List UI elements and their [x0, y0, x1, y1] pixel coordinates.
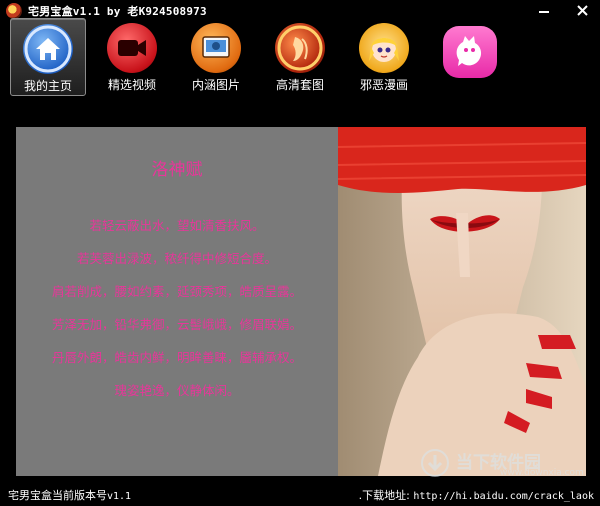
download-arrow-icon: [421, 449, 449, 477]
download-link[interactable]: http://hi.baidu.com/crack_laok: [413, 491, 594, 502]
nav-videos-label: 精选视频: [107, 78, 156, 92]
nav-videos[interactable]: 精选视频: [94, 18, 170, 96]
woman-red-lace-blindfold-photo: [338, 127, 586, 476]
nav-hd-gallery[interactable]: 高清套图: [262, 18, 338, 96]
poem-line: 肩若削成，腰如约素，延颈秀项，皓质呈露。: [51, 284, 302, 299]
version-label: 宅男宝盒当前版本号: [8, 489, 107, 502]
download-info: .下载地址: http://hi.baidu.com/crack_laok: [359, 487, 594, 503]
poem-line: 芳泽无加，铅华弗御，云髻峨峨，修眉联娟。: [51, 317, 302, 332]
version-info: 宅男宝盒当前版本号v1.1: [8, 487, 131, 503]
nav-pictures[interactable]: 内涵图片: [178, 18, 254, 96]
poem-line: 若芙蓉出渌波，秾纤得中修短合度。: [76, 251, 277, 266]
nav-home-label: 我的主页: [23, 79, 72, 93]
nav-pictures-label: 内涵图片: [191, 78, 240, 92]
poem-title: 洛神赋: [151, 160, 203, 180]
app-window: 宅男宝盒v1.1 by 老K924508973 我的主页 精选视频 内涵图片 高…: [0, 0, 600, 506]
nav-hd-gallery-label: 高清套图: [275, 78, 324, 92]
video-camera-icon: [107, 23, 157, 73]
nav-extra[interactable]: [432, 18, 508, 96]
photo-icon: [191, 23, 241, 73]
poem-line: 瑰姿艳逸，仪静体闲。: [114, 383, 240, 398]
comic-girl-icon: [359, 23, 409, 73]
watermark-url: www.downxia.com: [500, 468, 584, 478]
main-toolbar: 我的主页 精选视频 内涵图片 高清套图 邪恶漫画: [0, 14, 600, 98]
minimize-icon: [539, 11, 549, 13]
nav-comics-label: 邪恶漫画: [359, 78, 408, 92]
hd-gallery-icon: [275, 23, 325, 73]
nav-comics[interactable]: 邪恶漫画: [346, 18, 422, 96]
status-bar: 宅男宝盒当前版本号v1.1 .下载地址: http://hi.baidu.com…: [0, 482, 600, 506]
poem-line: 若轻云蔽出水，望如清香扶风。: [89, 218, 265, 233]
nav-home[interactable]: 我的主页: [10, 18, 86, 96]
version-number: v1.1: [107, 491, 132, 502]
download-label: .下载地址:: [358, 489, 410, 502]
home-icon: [23, 24, 73, 74]
content-area: 洛神赋 若轻云蔽出水，望如清香扶风。 若芙蓉出渌波，秾纤得中修短合度。 肩若削成…: [14, 127, 586, 476]
poem-line: 丹唇外朗，皓齿内鲜，明眸善睐，靥辅承权。: [51, 350, 302, 365]
pink-cat-icon: [443, 26, 497, 78]
poem-panel: 洛神赋 若轻云蔽出水，望如清香扶风。 若芙蓉出渌波，秾纤得中修短合度。 肩若削成…: [16, 127, 338, 476]
